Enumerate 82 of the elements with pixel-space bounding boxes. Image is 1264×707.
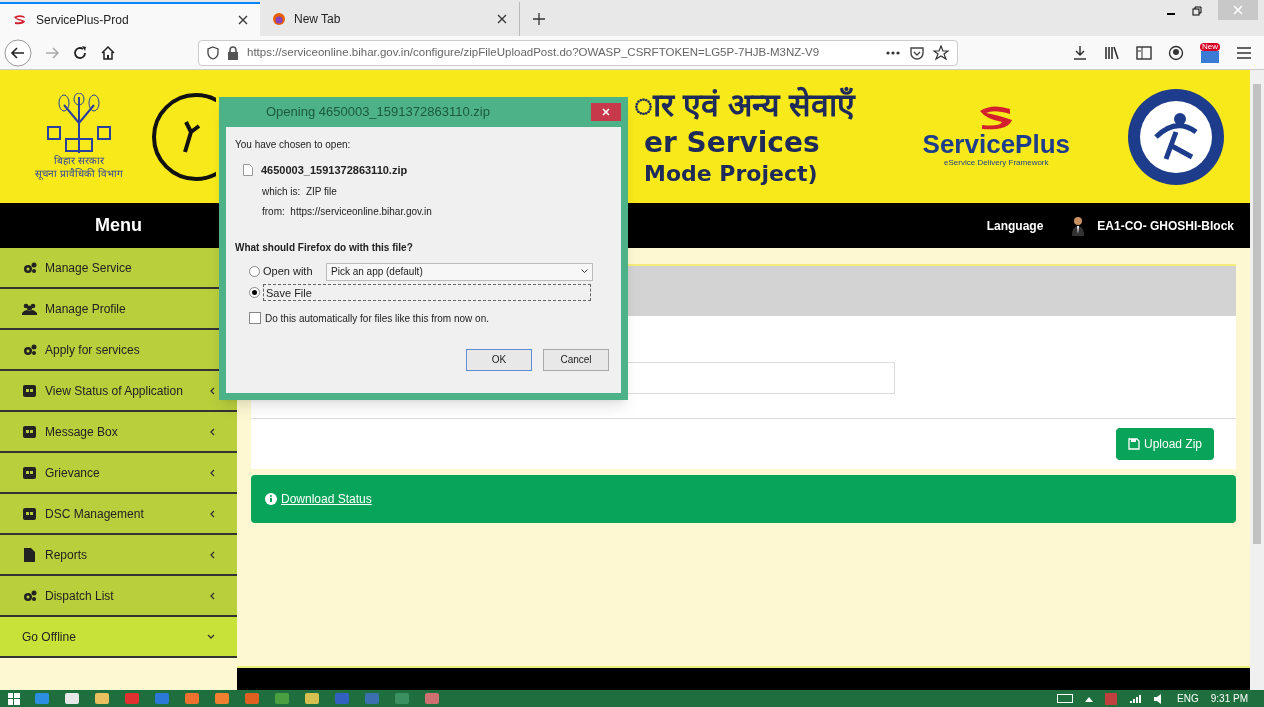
dialog-title: Opening 4650003_1591372863110.zip [266,103,490,122]
home-icon[interactable] [100,44,116,61]
sidebar-icon[interactable] [1136,45,1152,60]
globe-icon [272,12,286,26]
gears-icon [22,589,37,602]
dialog-button[interactable]: Cancel [543,348,609,371]
box-icon [22,507,37,520]
address-bar[interactable]: https://serviceonline.bihar.gov.in/configure/zipFileUploadPost.do?OWASP_CSRFTOKEN=LG5P-7HJB-M3NZ-V9 [198,39,958,66]
brand-name: ServicePlus [922,130,1070,157]
tree-emblem-icon [44,93,114,155]
url-text: https://serviceonline.bihar.gov.in/configure/zipFileUploadPost.do?OWASP_CSRFTOKEN=LG5P-7HJB-M3NZ-V9 [247,44,821,60]
new-badge: New [1200,42,1220,51]
lock-icon[interactable] [227,45,239,60]
government-name: बिहार सरकार [54,155,104,168]
scrollbar[interactable] [1250,70,1264,690]
signal-icon[interactable] [1129,693,1142,704]
browser-tab[interactable]: ServicePlus-Prod [0,2,260,36]
shield-icon[interactable] [207,45,219,60]
banner-subtitle: Mode Project) [644,160,819,188]
close-icon[interactable] [591,103,621,121]
star-icon[interactable] [933,44,949,61]
more-icon[interactable] [885,49,901,56]
input-language[interactable]: ENG [1177,691,1199,706]
file-name: 4650003_1591372863110.zip [261,163,408,178]
save-icon [1127,438,1140,450]
radio-button[interactable] [249,266,260,277]
app-icon[interactable] [64,692,80,705]
dialog-button[interactable]: OK [466,348,532,371]
banner-subtitle: er Services [644,125,821,161]
download-icon[interactable] [1072,44,1088,61]
box-icon [22,466,37,479]
sidebar-item[interactable]: DSC Management [0,494,237,535]
gears-icon [22,261,37,274]
clock[interactable]: 9:31 PM [1210,691,1248,706]
users-icon [22,302,37,315]
keyboard-icon[interactable] [1057,694,1074,703]
file-icon [22,547,37,562]
chevron-down-icon [581,269,588,274]
language-link[interactable]: Language [986,216,1044,235]
department-name: सूचना प्रावैधिकी विभाग [35,167,123,180]
dialog-text: You have chosen to open: [235,138,352,152]
logo-icon [12,14,28,26]
account-icon[interactable] [1168,44,1184,61]
menu-icon[interactable] [1236,45,1252,60]
brand-tagline: eService Delivery Framework [944,156,1049,169]
sidebar-item[interactable]: Grievance [0,453,237,494]
sidebar-item[interactable]: Reports [0,535,237,576]
sidebar-item[interactable]: Dispatch List [0,576,237,617]
menu-title: Menu [94,214,143,237]
file-type: which is: ZIP file [262,184,338,199]
file-icon [243,164,253,177]
close-icon[interactable] [238,15,248,25]
info-icon [265,493,277,505]
app-icon[interactable] [304,692,320,705]
start-icon[interactable] [8,692,20,705]
reload-icon[interactable] [72,44,88,61]
radio-button[interactable] [249,286,260,298]
sidebar-item[interactable]: Go Offline [0,617,237,658]
new-tab-icon[interactable] [532,12,546,26]
app-icon[interactable] [94,692,110,705]
dialog-question: What should Firefox do with this file? [235,240,414,255]
pocket-icon[interactable] [909,45,925,60]
checkbox-label[interactable]: Do this automatically for files like this from now on. [265,310,489,326]
checkbox[interactable] [249,312,261,324]
user-name[interactable]: EA1-CO- GHOSHI-Block [1097,216,1234,235]
library-icon[interactable] [1104,44,1120,61]
caret-icon[interactable] [1085,695,1094,702]
close-icon[interactable] [497,14,507,24]
app-dropdown[interactable]: Pick an app (default) [326,262,593,281]
box-icon [22,425,37,438]
sidebar-item[interactable]: View Status of Application [0,371,237,412]
sidebar-item[interactable]: Message Box [0,412,237,453]
file-source: from: https://serviceonline.bihar.gov.in [262,204,433,219]
option-label[interactable]: Open with [263,263,323,280]
restore-icon[interactable] [1192,6,1202,16]
back-icon[interactable] [4,38,32,67]
reform-emblem-icon [1126,86,1226,187]
option-label[interactable]: Save File [263,283,591,301]
gears-icon [22,343,37,356]
banner-title: ार एवं अन्य सेवाएँ [634,85,855,126]
user-icon [1071,215,1086,236]
box-icon [22,384,37,397]
